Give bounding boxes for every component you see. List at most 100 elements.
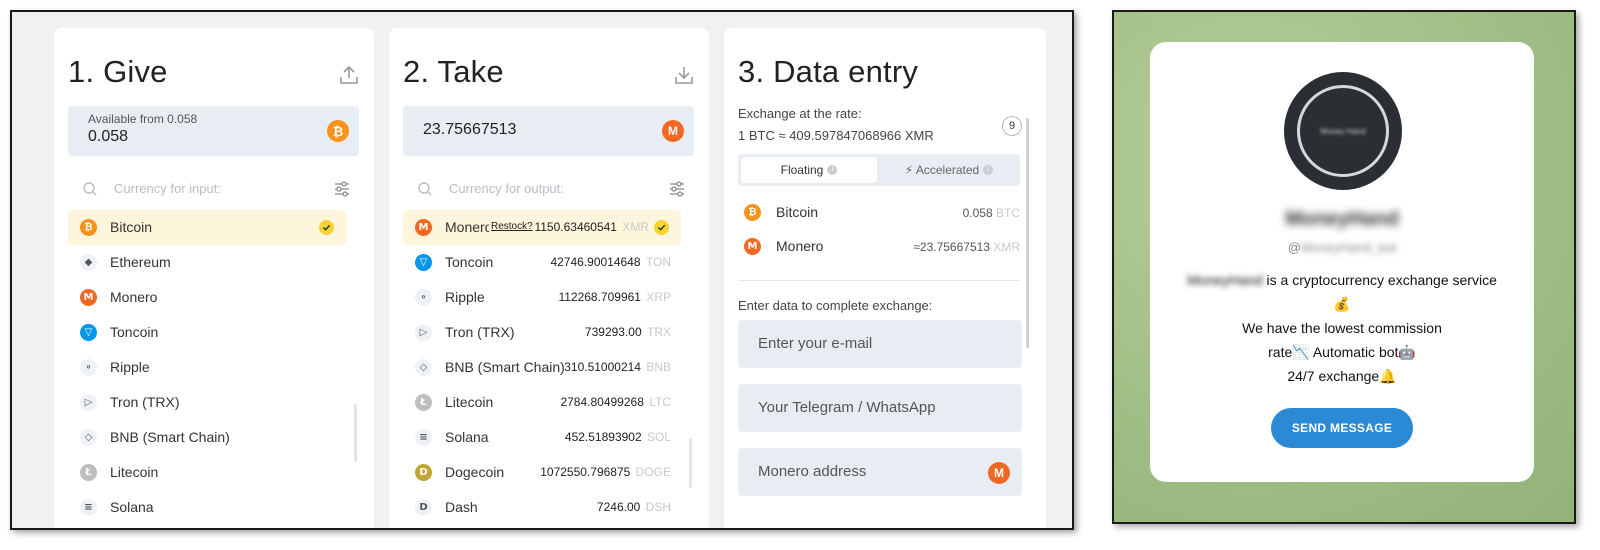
- data-entry-title: 3. Data entry: [738, 54, 919, 89]
- check-icon: [319, 220, 334, 235]
- coin-reserve: 452.51893902 SOL: [565, 430, 671, 444]
- summary-coin-name: Bitcoin: [776, 204, 819, 220]
- take-amount-value[interactable]: 23.75667513: [423, 121, 516, 139]
- info-icon[interactable]: i: [983, 165, 994, 175]
- reserve-ticker: DSH: [645, 500, 671, 514]
- bot-name: MoneyHand: [1285, 208, 1399, 230]
- take-coin-row[interactable]: ≡ Solana 452.51893902 SOL: [403, 420, 681, 455]
- take-panel: 2. Take 23.75667513 M Currency for outpu…: [389, 28, 709, 528]
- enter-data-label: Enter data to complete exchange:: [738, 298, 933, 313]
- desc-line-1: is a cryptocurrency exchange service: [1262, 272, 1497, 288]
- search-icon: [83, 182, 97, 196]
- summary-coin-name: Monero: [776, 238, 824, 254]
- give-search[interactable]: Currency for input:: [68, 178, 359, 202]
- give-coin-row[interactable]: ∘ Ripple: [68, 350, 346, 385]
- filter-icon[interactable]: [333, 180, 351, 198]
- take-search-placeholder: Currency for output:: [449, 181, 564, 196]
- desc-line-3: We have the lowest commission: [1242, 320, 1442, 336]
- give-coin-row[interactable]: Ł Litecoin: [68, 455, 346, 490]
- summary-amount: 0.058 BTC: [963, 206, 1020, 220]
- reserve-ticker: DOGE: [635, 465, 671, 479]
- summary-row: ₿ Bitcoin 0.058 BTC: [738, 196, 1020, 230]
- address-placeholder: Monero address: [758, 463, 867, 480]
- telegram-screenshot: Money Hand MoneyHand @MoneyHand_bot Mone…: [1112, 10, 1576, 524]
- give-scrollbar[interactable]: [354, 404, 357, 462]
- give-coin-row[interactable]: ◇ BNB (Smart Chain): [68, 420, 346, 455]
- filter-icon[interactable]: [668, 180, 686, 198]
- take-coin-row[interactable]: ▷ Tron (TRX) 739293.00 TRX: [403, 315, 681, 350]
- give-coin-row[interactable]: ▷ Tron (TRX): [68, 385, 346, 420]
- give-coin-row[interactable]: ▽ Toncoin: [68, 315, 346, 350]
- handle-text: MoneyHand_bot: [1300, 240, 1397, 255]
- reserve-ticker: SOL: [646, 430, 671, 444]
- take-search[interactable]: Currency for output:: [403, 178, 694, 202]
- monero-icon: M: [415, 219, 432, 236]
- coin-name: Dogecoin: [445, 464, 505, 480]
- summary-ticker: BTC: [996, 206, 1020, 220]
- give-amount-field[interactable]: Available from 0.058 0.058 ₿: [68, 106, 359, 156]
- coin-reserve: 2784.80499268 LTC: [560, 395, 671, 409]
- desc-line-4: rate📉 Automatic bot🤖: [1268, 344, 1416, 360]
- rate-timer: 9: [1002, 116, 1022, 136]
- give-amount-value[interactable]: 0.058: [88, 128, 128, 146]
- send-message-button[interactable]: SEND MESSAGE: [1271, 408, 1413, 448]
- take-coin-row[interactable]: D Dash 7246.00 DSH: [403, 490, 681, 525]
- available-label: Available from 0.058: [88, 112, 198, 126]
- bnb-icon: ◇: [415, 359, 432, 376]
- reserve-amount: 1150.63460541: [534, 220, 617, 234]
- upload-icon[interactable]: [338, 64, 360, 86]
- info-icon[interactable]: i: [827, 165, 838, 175]
- coin-reserve: 1150.63460541 XMR: [534, 220, 649, 234]
- avatar: Money Hand: [1284, 72, 1402, 190]
- coin-name: Dash: [445, 499, 478, 515]
- take-scrollbar[interactable]: [689, 438, 692, 488]
- bitcoin-icon: ₿: [744, 204, 761, 221]
- monero-icon: M: [988, 462, 1010, 484]
- take-coin-row[interactable]: ◇ BNB (Smart Chain) 310.51000214 BNB: [403, 350, 681, 385]
- floating-mode-button[interactable]: Floating i: [741, 157, 877, 183]
- coin-name: Solana: [445, 429, 489, 445]
- reserve-ticker: TON: [645, 255, 671, 269]
- rate-value: 1 BTC ≈ 409.597847068966 XMR: [738, 128, 934, 143]
- reserve-ticker: LTC: [649, 395, 671, 409]
- solana-icon: ≡: [80, 499, 97, 516]
- monero-icon: M: [662, 120, 684, 142]
- data-entry-scrollbar[interactable]: [1026, 118, 1029, 348]
- give-search-placeholder: Currency for input:: [114, 181, 221, 196]
- take-amount-field[interactable]: 23.75667513 M: [403, 106, 694, 156]
- take-coin-row[interactable]: D Dogecoin 1072550.796875 DOGE: [403, 455, 681, 490]
- email-field[interactable]: Enter your e-mail: [738, 320, 1022, 368]
- coin-name: Ethereum: [110, 254, 171, 270]
- tron-icon: ▷: [415, 324, 432, 341]
- give-panel: 1. Give Available from 0.058 0.058 ₿ Cur…: [54, 28, 374, 528]
- monero-address-field[interactable]: Monero address M: [738, 448, 1022, 496]
- accelerated-label: ⚡ Accelerated: [904, 163, 980, 177]
- litecoin-icon: Ł: [415, 394, 432, 411]
- bot-profile-card: Money Hand MoneyHand @MoneyHand_bot Mone…: [1150, 42, 1534, 482]
- bot-description: MoneyHand is a cryptocurrency exchange s…: [1170, 268, 1514, 388]
- take-coin-row[interactable]: Ł Litecoin 2784.80499268 LTC: [403, 385, 681, 420]
- give-coin-row[interactable]: ≡ Solana: [68, 490, 346, 525]
- give-title: 1. Give: [68, 54, 168, 89]
- bitcoin-icon: ₿: [327, 120, 349, 142]
- summary-amount-value: 0.058: [962, 206, 993, 220]
- reserve-ticker: BNB: [646, 360, 671, 374]
- coin-name: Tron (TRX): [110, 394, 180, 410]
- reserve-amount: 42746.90014648: [550, 255, 641, 269]
- coin-name: BNB (Smart Chain): [445, 359, 565, 375]
- take-coin-row[interactable]: ∘ Ripple 112268.709961 XRP: [403, 280, 681, 315]
- give-coin-row[interactable]: ₿ Bitcoin: [68, 210, 346, 245]
- give-coin-row[interactable]: M Monero: [68, 280, 346, 315]
- reserve-amount: 112268.709961: [558, 290, 641, 304]
- give-coin-row[interactable]: ◆ Ethereum: [68, 245, 346, 280]
- restock-link[interactable]: Restock?: [491, 221, 533, 232]
- take-coin-row[interactable]: ▽ Toncoin 42746.90014648 TON: [403, 245, 681, 280]
- coin-name: Ripple: [445, 289, 485, 305]
- accelerated-mode-button[interactable]: ⚡ Accelerated i: [881, 157, 1017, 183]
- take-coin-row[interactable]: M Monero Restock? 1150.63460541 XMR: [403, 210, 681, 245]
- coin-name: BNB (Smart Chain): [110, 429, 230, 445]
- contact-field[interactable]: Your Telegram / WhatsApp: [738, 384, 1022, 432]
- download-icon[interactable]: [673, 64, 695, 86]
- bot-handle[interactable]: @MoneyHand_bot: [1150, 240, 1534, 255]
- rate-label: Exchange at the rate:: [738, 106, 862, 121]
